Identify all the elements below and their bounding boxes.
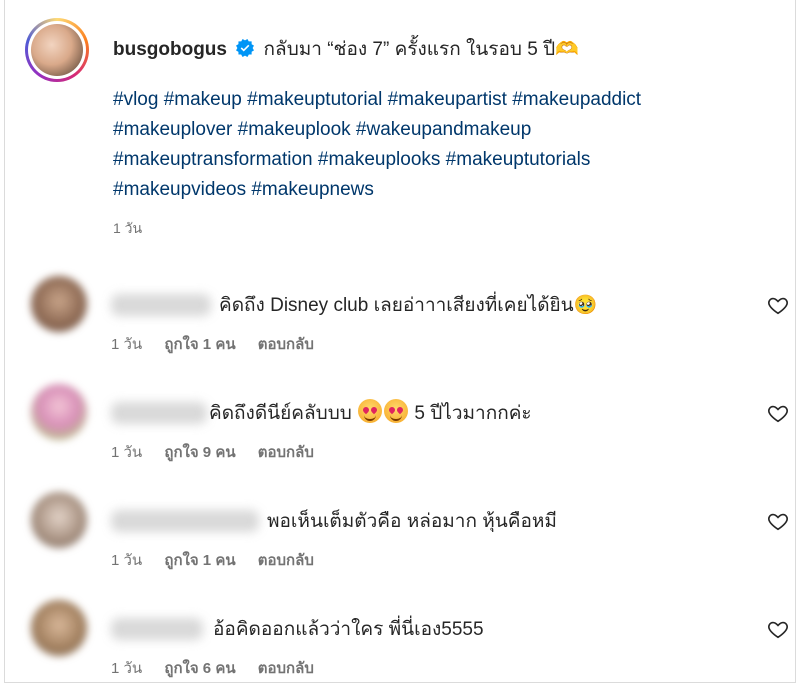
comment-text: คิดถึง Disney club เลยอ่าาาเสียงที่เคยได… (219, 295, 598, 316)
comment-likes[interactable]: ถูกใจ 9 คน (164, 444, 235, 461)
comment-likes[interactable]: ถูกใจ 1 คน (164, 336, 235, 353)
hashtags: #vlog #makeup #makeuptutorial #makeupart… (113, 85, 753, 205)
comment-end-emoji: 🥹 (573, 295, 598, 316)
commenter-avatar[interactable] (31, 276, 87, 332)
smiling-face-with-hearts-icon (358, 399, 383, 423)
heart-icon[interactable] (767, 402, 789, 424)
reply-button[interactable]: ตอบกลับ (258, 336, 314, 353)
heart-icon[interactable] (767, 294, 789, 316)
author-avatar[interactable] (25, 18, 89, 82)
comment-meta: 1 วัน ถูกใจ 9 คน ตอบกลับ (111, 440, 332, 464)
hashtag-line[interactable]: #vlog #makeup #makeuptutorial #makeupart… (113, 85, 753, 115)
caption-end-emoji: 🫶 (555, 39, 579, 60)
reply-button[interactable]: ตอบกลับ (258, 552, 314, 569)
heart-icon[interactable] (767, 510, 789, 532)
caption-text: กลับมา “ช่อง 7” ครั้งแรก ในรอบ 5 ปี (263, 39, 556, 60)
comment-meta: 1 วัน ถูกใจ 6 คน ตอบกลับ (111, 656, 332, 680)
author-username[interactable]: busgobogus (113, 39, 227, 60)
commenter-username-blurred[interactable] (111, 510, 259, 532)
commenter-avatar[interactable] (31, 600, 87, 656)
comment-item: อ้อคิดออกแล้วว่าใคร พี่นี่เอง5555 1 วัน … (23, 600, 793, 690)
reply-button[interactable]: ตอบกลับ (258, 660, 314, 677)
hashtag-line[interactable]: #makeupvideos #makeupnews (113, 175, 753, 205)
commenter-username-blurred[interactable] (111, 402, 207, 424)
comment-item: พอเห็นเต็มตัวคือ หล่อมาก หุ้นคือหมี 1 วั… (23, 492, 793, 582)
heart-icon[interactable] (767, 618, 789, 640)
smiling-face-with-hearts-icon (384, 399, 409, 423)
hashtag-line[interactable]: #makeuplover #makeuplook #wakeupandmakeu… (113, 115, 753, 145)
post-timestamp[interactable]: 1 วัน (113, 218, 142, 240)
comment-time[interactable]: 1 วัน (111, 336, 142, 353)
hashtag-line[interactable]: #makeuptransformation #makeuplooks #make… (113, 145, 753, 175)
commenter-avatar[interactable] (31, 384, 87, 440)
comment-meta: 1 วัน ถูกใจ 1 คน ตอบกลับ (111, 332, 332, 356)
reply-button[interactable]: ตอบกลับ (258, 444, 314, 461)
caption: busgobogus กลับมา “ช่อง 7” ครั้งแรก ในรอ… (113, 35, 753, 205)
comment-text: อ้อคิดออกแล้วว่าใคร พี่นี่เอง5555 (213, 619, 484, 640)
comment-text: คิดถึงดีนีย์คลับบบ 5 ปีไวมากกค่ะ (209, 398, 532, 428)
comment-text: พอเห็นเต็มตัวคือ หล่อมาก หุ้นคือหมี (267, 511, 557, 532)
comment-meta: 1 วัน ถูกใจ 1 คน ตอบกลับ (111, 548, 332, 572)
comment-time[interactable]: 1 วัน (111, 660, 142, 677)
comment-time[interactable]: 1 วัน (111, 552, 142, 569)
commenter-username-blurred[interactable] (111, 294, 211, 316)
post-panel: busgobogus กลับมา “ช่อง 7” ครั้งแรก ในรอ… (4, 0, 796, 683)
commenter-avatar[interactable] (31, 492, 87, 548)
commenter-username-blurred[interactable] (111, 618, 203, 640)
verified-badge-icon (236, 39, 255, 57)
comment-time[interactable]: 1 วัน (111, 444, 142, 461)
comment-likes[interactable]: ถูกใจ 1 คน (164, 552, 235, 569)
comment-item: คิดถึง Disney club เลยอ่าาาเสียงที่เคยได… (23, 276, 793, 366)
comment-item: คิดถึงดีนีย์คลับบบ 5 ปีไวมากกค่ะ 1 วัน ถ… (23, 384, 793, 474)
comment-likes[interactable]: ถูกใจ 6 คน (164, 660, 235, 677)
